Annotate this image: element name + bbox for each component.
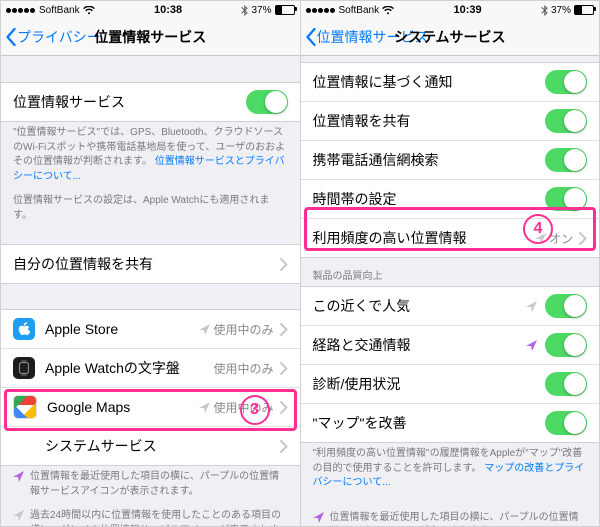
app-icon bbox=[13, 357, 35, 379]
app-row-google-maps[interactable]: Google Maps 使用中のみ bbox=[1, 387, 300, 427]
battery-icon bbox=[574, 5, 594, 15]
toggle-switch[interactable] bbox=[545, 148, 587, 172]
row-label: システムサービス bbox=[45, 436, 274, 456]
toggle-row[interactable]: 位置情報を共有 bbox=[301, 101, 600, 141]
share-my-location-row[interactable]: 自分の位置情報を共有 bbox=[1, 244, 300, 284]
toggle-switch[interactable] bbox=[545, 294, 587, 318]
row-label: 携帯電話通信網検索 bbox=[313, 150, 546, 170]
footer-note: 位置情報を最近使用した項目の横に、パープルの位置情報サービスアイコンが表示されま… bbox=[301, 506, 600, 527]
toggle-switch[interactable] bbox=[545, 372, 587, 396]
wifi-icon bbox=[382, 6, 394, 15]
back-label: 位置情報サービス bbox=[317, 27, 429, 47]
screenshot-left: SoftBank 10:38 37% プライバシー 位置情報サービス bbox=[1, 1, 300, 526]
row-detail: オン bbox=[535, 230, 573, 247]
back-button[interactable]: プライバシー bbox=[1, 27, 101, 47]
carrier-label: SoftBank bbox=[339, 5, 380, 16]
chevron-right-icon bbox=[280, 362, 288, 375]
row-label: Apple Watchの文字盤 bbox=[45, 358, 213, 378]
toggle-row[interactable]: 位置情報に基づく通知 bbox=[301, 62, 600, 102]
nav-title: 位置情報サービス bbox=[94, 27, 206, 47]
app-icon bbox=[13, 318, 35, 340]
toggle-switch[interactable] bbox=[545, 70, 587, 94]
row-label: 経路と交通情報 bbox=[313, 335, 527, 355]
toggle-row[interactable]: 診断/使用状況 bbox=[301, 364, 600, 404]
app-icon bbox=[13, 395, 37, 419]
footer-note: 過去24時間以内に位置情報を使用したことのある項目の横に、グレイの位置情報サービ… bbox=[1, 504, 300, 526]
system-services-row[interactable]: システムサービス bbox=[1, 426, 300, 466]
row-label: 自分の位置情報を共有 bbox=[13, 254, 274, 274]
wifi-icon bbox=[83, 6, 95, 15]
location-arrow-icon bbox=[13, 471, 24, 482]
row-label: Apple Store bbox=[45, 321, 199, 337]
battery-percent: 37% bbox=[551, 5, 571, 16]
row-label: Google Maps bbox=[47, 399, 199, 415]
location-arrow-icon bbox=[199, 324, 210, 335]
signal-dots-icon bbox=[306, 5, 336, 16]
row-label: 利用頻度の高い位置情報 bbox=[313, 228, 535, 248]
status-bar: SoftBank 10:38 37% bbox=[1, 1, 300, 19]
chevron-right-icon bbox=[280, 323, 288, 336]
toggle-row[interactable]: "マップ"を改善 bbox=[301, 403, 600, 443]
footer-note: 位置情報サービスの設定は、Apple Watchにも適用されます。 bbox=[1, 189, 300, 228]
section-header: 製品の品質向上 bbox=[301, 257, 600, 286]
carrier-label: SoftBank bbox=[39, 5, 80, 16]
row-detail: 使用中のみ bbox=[199, 321, 273, 338]
nav-bar: プライバシー 位置情報サービス bbox=[1, 19, 300, 56]
chevron-left-icon bbox=[5, 28, 17, 46]
location-arrow-icon bbox=[535, 233, 546, 244]
row-label: "マップ"を改善 bbox=[313, 413, 546, 433]
app-row-apple-store[interactable]: Apple Store 使用中のみ bbox=[1, 309, 300, 349]
back-button[interactable]: 位置情報サービス bbox=[301, 27, 429, 47]
row-label: 位置情報サービス bbox=[13, 92, 246, 112]
status-bar: SoftBank 10:39 37% bbox=[301, 1, 600, 19]
toggle-switch[interactable] bbox=[545, 187, 587, 211]
toggle-switch[interactable] bbox=[246, 90, 288, 114]
toggle-switch[interactable] bbox=[545, 109, 587, 133]
content: 位置情報サービス "位置情報サービス"では、GPS、Bluetooth、クラウド… bbox=[1, 56, 300, 526]
toggle-switch[interactable] bbox=[545, 411, 587, 435]
row-label: 診断/使用状況 bbox=[313, 374, 546, 394]
location-arrow-icon bbox=[13, 510, 24, 521]
bluetooth-icon bbox=[241, 5, 248, 16]
clock: 10:38 bbox=[154, 4, 182, 16]
location-arrow-icon bbox=[199, 402, 210, 413]
row-label: この近くで人気 bbox=[313, 296, 527, 316]
app-row-apple-watch-faces[interactable]: Apple Watchの文字盤 使用中のみ bbox=[1, 348, 300, 388]
row-detail: 使用中のみ bbox=[213, 360, 273, 377]
location-services-toggle-row[interactable]: 位置情報サービス bbox=[1, 82, 300, 122]
bluetooth-icon bbox=[541, 5, 548, 16]
content: 位置情報に基づく通知 位置情報を共有 携帯電話通信網検索 時間帯の設定 利用頻度… bbox=[301, 56, 600, 526]
footer-note: 位置情報を最近使用した項目の横に、パープルの位置情報サービスアイコンが表示されま… bbox=[1, 465, 300, 504]
footer-note: "利用頻度の高い位置情報"の履歴情報をAppleが"マップ"改善の目的で使用する… bbox=[301, 442, 600, 496]
row-label: 位置情報を共有 bbox=[313, 111, 546, 131]
location-arrow-icon bbox=[526, 340, 537, 351]
nav-bar: 位置情報サービス システムサービス bbox=[301, 19, 600, 56]
row-detail: 使用中のみ bbox=[199, 399, 273, 416]
toggle-row[interactable]: 携帯電話通信網検索 bbox=[301, 140, 600, 180]
chevron-right-icon bbox=[280, 440, 288, 453]
signal-dots-icon bbox=[6, 5, 36, 16]
frequent-locations-row[interactable]: 利用頻度の高い位置情報 オン bbox=[301, 218, 600, 258]
toggle-row[interactable]: この近くで人気 bbox=[301, 286, 600, 326]
clock: 10:39 bbox=[453, 4, 481, 16]
battery-percent: 37% bbox=[251, 5, 271, 16]
toggle-row[interactable]: 時間帯の設定 bbox=[301, 179, 600, 219]
battery-icon bbox=[275, 5, 295, 15]
row-label: 時間帯の設定 bbox=[313, 189, 546, 209]
chevron-right-icon bbox=[579, 232, 587, 245]
row-label: 位置情報に基づく通知 bbox=[313, 72, 546, 92]
back-label: プライバシー bbox=[17, 27, 101, 47]
chevron-left-icon bbox=[305, 28, 317, 46]
toggle-row[interactable]: 経路と交通情報 bbox=[301, 325, 600, 365]
chevron-right-icon bbox=[280, 258, 288, 271]
location-arrow-icon bbox=[526, 301, 537, 312]
chevron-right-icon bbox=[280, 401, 288, 414]
footer-note: "位置情報サービス"では、GPS、Bluetooth、クラウドソースのWi-Fi… bbox=[1, 121, 300, 189]
toggle-switch[interactable] bbox=[545, 333, 587, 357]
screenshot-right: SoftBank 10:39 37% 位置情報サービス システムサービス bbox=[300, 1, 600, 526]
location-arrow-icon bbox=[313, 512, 324, 523]
